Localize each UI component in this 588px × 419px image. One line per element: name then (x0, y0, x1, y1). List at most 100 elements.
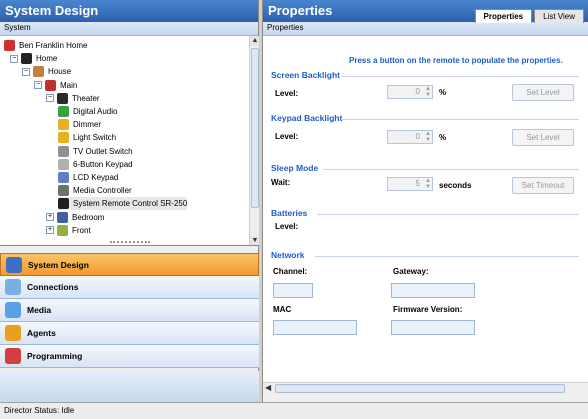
scroll-thumb[interactable] (251, 48, 259, 208)
tree-item-label: Digital Audio (73, 107, 118, 116)
collapse-icon[interactable]: − (10, 54, 18, 63)
scroll-down-arrow-icon[interactable]: ▼ (250, 236, 259, 245)
firmware-version-field[interactable] (391, 320, 475, 335)
nav-button-connections[interactable]: Connections (0, 276, 259, 299)
tree-item[interactable]: − Main (34, 79, 77, 92)
collapse-icon[interactable]: − (22, 67, 30, 76)
seconds-unit: seconds (439, 181, 472, 190)
status-bar: Director Status: Idle (0, 402, 588, 419)
batteries-group-title: Batteries (271, 208, 308, 218)
room-icon (57, 211, 68, 223)
instruction-text: Press a button on the remote to populate… (349, 56, 563, 65)
expand-icon[interactable]: + (46, 213, 54, 222)
group-divider (317, 214, 579, 215)
tree-item-label: TV Outlet Switch (73, 146, 133, 156)
splitter-grip[interactable] (110, 241, 150, 244)
tree-item-label: Media Controller (73, 186, 132, 196)
house-icon (33, 66, 44, 78)
tree-item[interactable]: Light Switch (58, 131, 116, 144)
collapse-icon[interactable]: − (34, 81, 42, 90)
spinner-arrows-icon[interactable]: ▲ ▼ (425, 178, 431, 190)
properties-horizontal-scrollbar[interactable]: ◀ (263, 382, 588, 394)
tree-item[interactable]: Media Controller (58, 184, 132, 197)
tree-item[interactable]: + Bedroom (46, 211, 104, 224)
project-icon (4, 40, 15, 51)
tree-item[interactable]: − Home (10, 52, 57, 65)
tree-item-label: Home (36, 54, 58, 64)
group-divider (323, 169, 579, 170)
tree-item-label: House (48, 67, 72, 77)
tree-item-label: Theater (72, 93, 100, 103)
nav-button-system-design[interactable]: System Design (0, 253, 259, 276)
dimmer-icon (58, 119, 69, 131)
group-divider (341, 119, 579, 120)
pane-title: System Design (0, 0, 258, 22)
digital-audio-icon (58, 106, 69, 117)
scroll-up-arrow-icon[interactable]: ▲ (250, 36, 259, 46)
tree-item[interactable]: 6-Button Keypad (58, 158, 133, 171)
home-icon (21, 53, 32, 65)
nav-button-label: Connections (27, 282, 79, 292)
tree-item[interactable]: Digital Audio (58, 105, 117, 118)
tree-item-label: Ben Franklin Home (19, 41, 88, 50)
agents-icon (5, 325, 21, 341)
tree-item[interactable]: System Remote Control SR-250 (58, 197, 188, 211)
firmware-version-label: Firmware Version: (393, 305, 463, 314)
room-icon (57, 224, 68, 236)
keypad-icon (58, 158, 69, 170)
nav-button-label: System Design (28, 259, 89, 270)
sleep-wait-label: Wait: (271, 178, 291, 187)
tab-bar: Properties List View (473, 9, 584, 23)
light-switch-icon (58, 132, 69, 144)
tree-item[interactable]: − House (22, 65, 71, 78)
mac-field[interactable] (273, 320, 357, 335)
tree-item-label: System Remote Control SR-250 (73, 199, 188, 209)
network-group-title: Network (271, 250, 305, 260)
set-level-button[interactable]: Set Level (512, 84, 574, 101)
nav-button-agents[interactable]: Agents (0, 322, 259, 345)
set-level-button[interactable]: Set Level (512, 129, 574, 146)
spinner-arrows-icon[interactable]: ▲ ▼ (425, 131, 431, 143)
tree-item[interactable]: + Front (46, 224, 91, 237)
mac-label: MAC (273, 305, 292, 314)
group-divider (341, 76, 579, 77)
screen-backlight-level-spinner[interactable]: 0 ▲ ▼ (387, 85, 433, 99)
collapse-icon[interactable]: − (46, 94, 54, 103)
tree-item[interactable]: Dimmer (58, 118, 101, 131)
scroll-thumb[interactable] (275, 384, 565, 393)
navigation-buttons: System Design Connections Media Agents Progr… (0, 253, 259, 368)
tab-properties[interactable]: Properties (474, 9, 533, 23)
tree-item[interactable]: − Theater (46, 92, 100, 105)
sleep-wait-spinner[interactable]: 5 ▲ ▼ (387, 177, 433, 191)
percent-unit: % (439, 88, 447, 97)
nav-button-programming[interactable]: Programming (0, 345, 259, 368)
channel-field[interactable] (273, 283, 313, 298)
connections-icon (5, 279, 21, 295)
percent-unit: % (439, 133, 447, 142)
tree-item[interactable]: LCD Keypad (58, 171, 118, 184)
lcd-keypad-icon (58, 172, 69, 183)
remote-icon (58, 198, 69, 210)
keypad-backlight-level-label: Level: (275, 132, 299, 141)
tree-vertical-scrollbar[interactable]: ▲ ▼ (249, 36, 259, 245)
keypad-backlight-level-spinner[interactable]: 0 ▲ ▼ (387, 130, 433, 144)
channel-label: Channel: (273, 267, 308, 276)
tree-item-label: Bedroom (72, 212, 105, 222)
tree-item[interactable]: TV Outlet Switch (58, 145, 133, 158)
sleep-mode-group-title: Sleep Mode (271, 163, 319, 173)
properties-subheader: Properties (263, 22, 588, 36)
tab-list-view[interactable]: List View (534, 9, 584, 23)
gateway-field[interactable] (391, 283, 475, 298)
scroll-left-arrow-icon[interactable]: ◀ (265, 383, 271, 392)
tree-item-label: Main (60, 80, 78, 90)
spinner-arrows-icon[interactable]: ▲ ▼ (425, 86, 431, 98)
tree-item[interactable]: Ben Franklin Home (4, 39, 87, 52)
set-timeout-button[interactable]: Set Timeout (512, 177, 574, 194)
nav-footer (0, 371, 259, 402)
group-divider (315, 256, 579, 257)
room-icon (57, 92, 68, 104)
nav-button-media[interactable]: Media (0, 299, 259, 322)
tree-item-label: LCD Keypad (73, 173, 119, 182)
expand-icon[interactable]: + (46, 226, 54, 235)
gateway-label: Gateway: (393, 267, 429, 276)
